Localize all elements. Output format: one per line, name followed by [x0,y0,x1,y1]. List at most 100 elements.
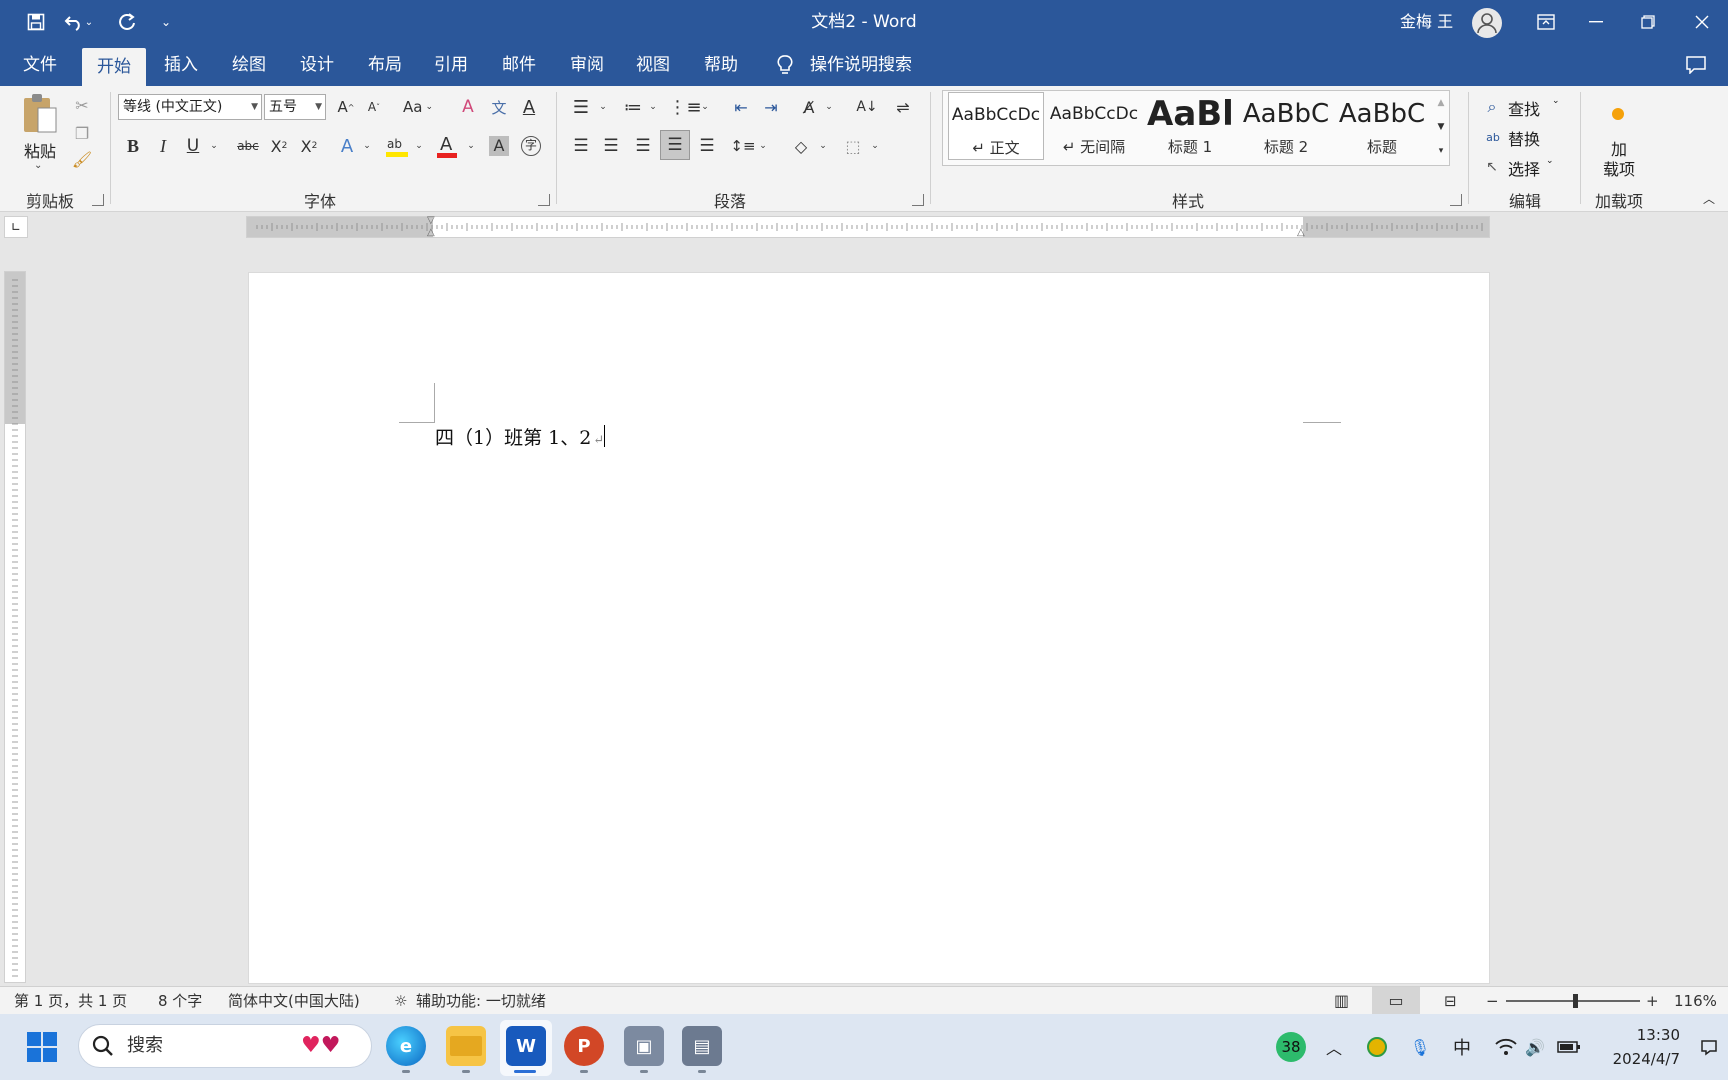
notifications-icon[interactable] [1696,1014,1722,1080]
paste-dropdown-icon[interactable]: ⌄ [34,160,42,171]
style-heading-2[interactable]: AaBbC 标题 2 [1238,92,1334,160]
chevron-down-icon[interactable]: ⌄ [868,132,882,160]
align-left-icon[interactable]: ☰ [568,132,594,160]
chevron-down-icon[interactable]: ⌄ [206,132,222,160]
zoom-in-button[interactable]: + [1646,987,1659,1015]
word-app-icon[interactable]: W [506,1026,546,1066]
word-count[interactable]: 8 个字 [158,987,202,1015]
user-name[interactable]: 金梅 王 [1400,0,1453,44]
collapse-ribbon-icon[interactable]: ︿ [1700,190,1718,206]
zoom-out-button[interactable]: − [1486,987,1499,1015]
vertical-ruler[interactable] [4,271,26,983]
chevron-down-icon[interactable]: ⌄ [464,132,478,160]
bullets-icon[interactable]: ☰ [568,94,594,120]
replace-button-label[interactable]: 替换 [1508,126,1540,150]
style-title[interactable]: AaBbC 标题 [1334,92,1430,160]
paste-button-label[interactable]: 粘贴 [18,138,62,162]
volume-icon[interactable]: 🔊 [1522,1014,1548,1080]
font-size-combo[interactable]: 五号 ▼ [264,94,326,120]
zoom-percent[interactable]: 116% [1674,987,1717,1015]
highlight-color-icon[interactable]: ab [382,132,412,160]
paste-icon[interactable] [18,92,62,136]
chevron-down-icon[interactable]: ⌄ [1552,96,1560,106]
find-button-label[interactable]: 查找 [1508,96,1540,120]
replace-icon[interactable]: ab [1482,126,1504,148]
chevron-down-icon[interactable]: ⌄ [822,94,836,120]
chevron-down-icon[interactable]: ⌄ [1546,156,1554,166]
show-formatting-marks-icon[interactable]: ⇌ [890,94,916,120]
search-icon[interactable]: ⌕ [1482,96,1502,118]
document-page[interactable] [248,272,1490,984]
superscript-icon[interactable]: X2 [296,132,322,160]
format-painter-icon[interactable]: 🖌 [70,148,94,170]
tab-draw[interactable]: 绘图 [226,44,272,86]
print-layout-icon[interactable]: ▭ [1372,987,1420,1015]
chevron-down-icon[interactable]: ⌄ [360,132,374,160]
chevron-down-icon[interactable]: ▼ [315,95,322,119]
chevron-down-icon[interactable]: ⌄ [596,94,610,120]
align-center-icon[interactable]: ☰ [598,132,624,160]
horizontal-ruler[interactable]: ▽ △ △ [246,215,1490,238]
font-name-combo[interactable]: 等线 (中文正文) ▼ [118,94,262,120]
language-indicator[interactable]: 简体中文(中国大陆) [228,987,360,1015]
tab-mailings[interactable]: 邮件 [496,44,542,86]
app-icon-b[interactable]: ▤ [682,1026,722,1066]
web-layout-icon[interactable]: ⊟ [1444,987,1457,1015]
style-heading-1[interactable]: AaBl 标题 1 [1142,92,1238,160]
close-button[interactable] [1672,0,1728,44]
sort-icon[interactable]: A↓ [854,94,880,120]
tab-layout[interactable]: 布局 [362,44,408,86]
clipboard-launcher-icon[interactable] [92,194,104,206]
first-line-indent-marker[interactable]: ▽ [427,215,435,226]
gallery-down-icon[interactable]: ▼ [1432,116,1450,138]
ime-indicator[interactable]: 中 [1448,1014,1476,1080]
comments-icon[interactable] [1686,56,1706,78]
italic-icon[interactable]: I [150,132,176,160]
save-icon[interactable] [18,0,54,44]
page-count[interactable]: 第 1 页，共 1 页 [14,987,127,1015]
customize-qat-icon[interactable]: ⌄ [148,0,184,44]
bold-icon[interactable]: B [120,132,146,160]
windows-start-icon[interactable] [26,1031,58,1067]
shrink-font-icon[interactable]: Aˇ [362,94,386,120]
distributed-icon[interactable]: ☰ [694,132,720,160]
chevron-down-icon[interactable]: ⌄ [698,94,712,120]
chevron-down-icon[interactable]: ⌄ [412,132,426,160]
increase-indent-icon[interactable]: ⇥ [758,94,784,120]
minimize-button[interactable] [1566,0,1626,44]
tab-help[interactable]: 帮助 [698,44,744,86]
document-body-text[interactable]: 四（1）班第 1、2 ↵ [435,423,606,450]
tab-review[interactable]: 审阅 [564,44,610,86]
zoom-slider-thumb[interactable] [1572,994,1578,1008]
restore-button[interactable] [1618,0,1678,44]
borders-icon[interactable]: ⬚ [840,132,866,160]
wifi-icon[interactable] [1492,1014,1520,1080]
align-right-icon[interactable]: ☰ [630,132,656,160]
styles-launcher-icon[interactable] [1450,194,1462,206]
copy-icon[interactable]: ❐ [70,122,94,144]
change-case-button[interactable]: Aa ⌄ [398,94,438,120]
weather-badge[interactable]: 38 [1274,1014,1308,1080]
tab-insert[interactable]: 插入 [158,44,204,86]
shading-icon[interactable]: ◇ [788,132,814,160]
select-button-label[interactable]: 选择 [1508,156,1540,180]
decrease-indent-icon[interactable]: ⇤ [728,94,754,120]
right-indent-marker[interactable]: △ [1297,227,1305,238]
read-mode-icon[interactable]: ▥ [1334,987,1349,1015]
style-no-spacing[interactable]: AaBbCcDc ↵ 无间隔 [1046,92,1142,160]
tab-references[interactable]: 引用 [428,44,474,86]
chevron-down-icon[interactable]: ⌄ [756,132,770,160]
microphone-icon[interactable]: 🎙 [1406,1014,1434,1080]
chevron-down-icon[interactable]: ⌄ [646,94,660,120]
character-border-icon[interactable]: A [516,94,542,120]
redo-icon[interactable] [110,0,146,44]
avatar[interactable] [1472,8,1502,38]
addins-button-label[interactable]: 加 载项 [1596,140,1642,180]
accessibility-icon[interactable]: ☼ [394,987,407,1015]
tab-design[interactable]: 设计 [294,44,340,86]
undo-dropdown-icon[interactable]: ⌄ [80,0,98,44]
tell-me-search[interactable]: 操作说明搜索 [810,44,916,86]
text-effects-icon[interactable]: A [334,132,360,160]
edge-browser-icon[interactable]: e [386,1026,426,1066]
chinese-layout-icon[interactable]: A̸ [796,94,822,120]
